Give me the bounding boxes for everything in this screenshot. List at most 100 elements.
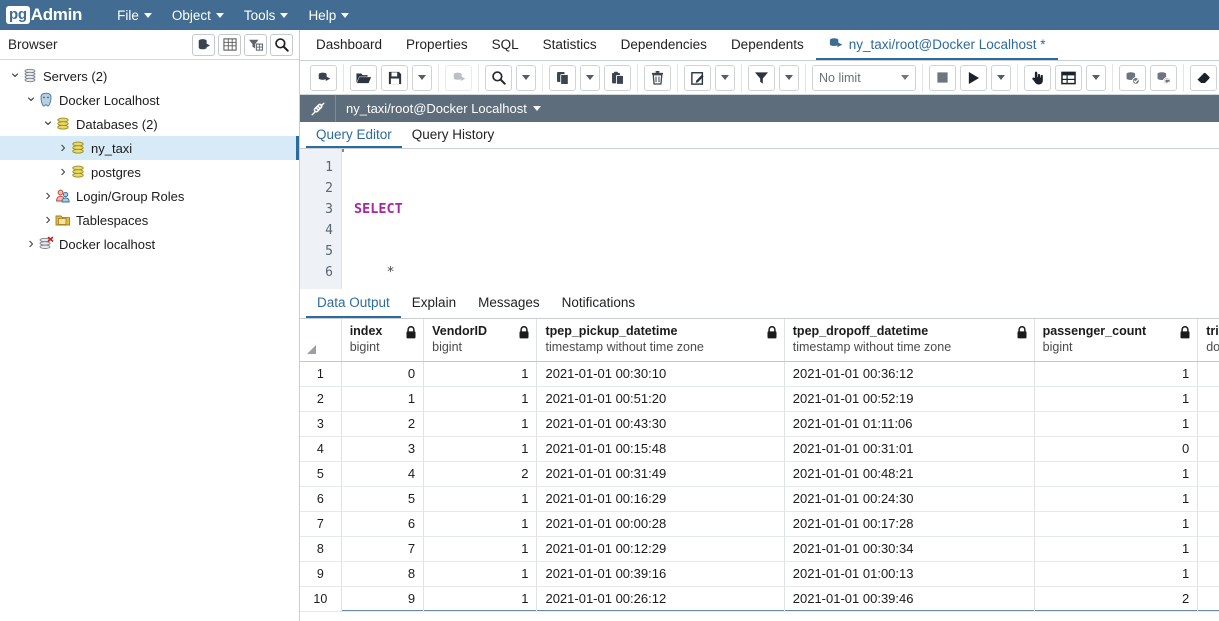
- cell-passenger-count[interactable]: 1: [1034, 511, 1199, 537]
- cell-pickup[interactable]: 2021-01-01 00:26:12: [536, 585, 785, 612]
- cell-pickup[interactable]: 2021-01-01 00:43:30: [536, 411, 785, 437]
- delete-row-button[interactable]: [644, 64, 671, 91]
- cell-vendorid[interactable]: 1: [423, 361, 538, 387]
- data-output-grid[interactable]: index bigint VendorID bigint tpep_pickup…: [300, 319, 1219, 621]
- row-number[interactable]: 9: [300, 561, 342, 587]
- cell-dropoff[interactable]: 2021-01-01 00:39:46: [784, 585, 1035, 612]
- cell-dropoff[interactable]: 2021-01-01 01:00:13: [784, 561, 1035, 587]
- table-row[interactable]: 10 9 1 2021-01-01 00:26:12 2021-01-01 00…: [300, 585, 1219, 612]
- chevron-down-icon[interactable]: [24, 91, 38, 109]
- tree-item-servers[interactable]: Servers (2): [0, 64, 299, 88]
- object-explorer-button[interactable]: [192, 33, 215, 56]
- row-number[interactable]: 6: [300, 486, 342, 512]
- column-header-tpep-pickup-datetime[interactable]: tpep_pickup_datetime timestamp without t…: [536, 319, 785, 362]
- save-file-button[interactable]: [381, 64, 408, 91]
- cell-pickup[interactable]: 2021-01-01 00:31:49: [536, 461, 785, 487]
- cell-passenger-count[interactable]: 2: [1034, 585, 1199, 612]
- cell-index[interactable]: 8: [341, 561, 425, 587]
- row-number[interactable]: 2: [300, 386, 342, 412]
- tab-query-editor[interactable]: Query Editor: [306, 122, 402, 148]
- edit-options-button[interactable]: [684, 64, 711, 91]
- search-objects-button[interactable]: [270, 33, 293, 56]
- cell-index[interactable]: 9: [341, 585, 425, 612]
- explain-button[interactable]: [1024, 64, 1051, 91]
- column-header-index[interactable]: index bigint: [341, 319, 425, 362]
- cell-vendorid[interactable]: 1: [423, 386, 538, 412]
- find-button[interactable]: [485, 64, 512, 91]
- table-row[interactable]: 7 6 1 2021-01-01 00:00:28 2021-01-01 00:…: [300, 511, 1219, 537]
- open-query-tool-button[interactable]: [310, 64, 337, 91]
- table-row[interactable]: 9 8 1 2021-01-01 00:39:16 2021-01-01 01:…: [300, 561, 1219, 587]
- cell-index[interactable]: 4: [341, 461, 425, 487]
- row-number[interactable]: 5: [300, 461, 342, 487]
- cell-trip-distance[interactable]: 0.2: [1197, 386, 1219, 412]
- connection-selector[interactable]: ny_taxi/root@Docker Localhost: [336, 101, 541, 116]
- sql-editor[interactable]: 1 2 3 4 5 6 SELECT * FROM yellow_taxi_da…: [300, 149, 1219, 289]
- cell-pickup[interactable]: 2021-01-01 00:30:10: [536, 361, 785, 387]
- menu-object[interactable]: Object: [163, 4, 233, 27]
- cell-pickup[interactable]: 2021-01-01 00:16:29: [536, 486, 785, 512]
- chevron-down-icon[interactable]: [41, 115, 55, 133]
- tab-properties[interactable]: Properties: [394, 30, 480, 60]
- cell-passenger-count[interactable]: 1: [1034, 486, 1199, 512]
- tree-item-ny-taxi[interactable]: ny_taxi: [0, 136, 299, 160]
- column-header-tpep-dropoff-datetime[interactable]: tpep_dropoff_datetime timestamp without …: [784, 319, 1035, 362]
- cell-index[interactable]: 3: [341, 436, 425, 462]
- cell-index[interactable]: 5: [341, 486, 425, 512]
- find-options-button[interactable]: [516, 64, 536, 91]
- tab-statistics[interactable]: Statistics: [531, 30, 609, 60]
- cell-vendorid[interactable]: 1: [423, 411, 538, 437]
- cell-passenger-count[interactable]: 1: [1034, 411, 1199, 437]
- cell-trip-distance[interactable]: 10.6: [1197, 436, 1219, 462]
- tab-sql[interactable]: SQL: [480, 30, 531, 60]
- row-number[interactable]: 1: [300, 361, 342, 387]
- table-row[interactable]: 6 5 1 2021-01-01 00:16:29 2021-01-01 00:…: [300, 486, 1219, 512]
- cell-index[interactable]: 6: [341, 511, 425, 537]
- column-header-vendorid[interactable]: VendorID bigint: [423, 319, 538, 362]
- tree-item-login-group-roles[interactable]: Login/Group Roles: [0, 184, 299, 208]
- filter-button[interactable]: [748, 64, 775, 91]
- connection-icon[interactable]: [300, 95, 336, 122]
- cell-pickup[interactable]: 2021-01-01 00:12:29: [536, 536, 785, 562]
- cell-vendorid[interactable]: 1: [423, 561, 538, 587]
- column-header-trip-distance[interactable]: trip_distance double precision: [1197, 319, 1219, 362]
- cell-trip-distance[interactable]: 14.7: [1197, 411, 1219, 437]
- row-number[interactable]: 8: [300, 536, 342, 562]
- cell-dropoff[interactable]: 2021-01-01 01:11:06: [784, 411, 1035, 437]
- open-file-button[interactable]: [350, 64, 377, 91]
- cell-passenger-count[interactable]: 1: [1034, 536, 1199, 562]
- copy-options-button[interactable]: [580, 64, 600, 91]
- chevron-down-icon[interactable]: [8, 67, 22, 85]
- table-row[interactable]: 5 4 2 2021-01-01 00:31:49 2021-01-01 00:…: [300, 461, 1219, 487]
- cell-dropoff[interactable]: 2021-01-01 00:52:19: [784, 386, 1035, 412]
- clear-button[interactable]: [1190, 64, 1217, 91]
- table-row[interactable]: 8 7 1 2021-01-01 00:12:29 2021-01-01 00:…: [300, 536, 1219, 562]
- tab-notifications[interactable]: Notifications: [551, 289, 647, 318]
- row-number[interactable]: 3: [300, 411, 342, 437]
- tab-dashboard[interactable]: Dashboard: [304, 30, 394, 60]
- cell-trip-distance[interactable]: 4.94: [1197, 461, 1219, 487]
- tab-query-history[interactable]: Query History: [402, 122, 505, 148]
- cell-passenger-count[interactable]: 1: [1034, 561, 1199, 587]
- tab-dependents[interactable]: Dependents: [719, 30, 816, 60]
- menu-help[interactable]: Help: [299, 4, 358, 27]
- chevron-right-icon[interactable]: [41, 187, 55, 205]
- sql-code[interactable]: SELECT * FROM yellow_taxi_data LIMIT 10: [342, 149, 1219, 289]
- cell-vendorid[interactable]: 1: [423, 511, 538, 537]
- table-row[interactable]: 2 1 1 2021-01-01 00:51:20 2021-01-01 00:…: [300, 386, 1219, 412]
- execute-options-button[interactable]: [991, 64, 1011, 91]
- explain-options-button[interactable]: [1086, 64, 1106, 91]
- tab-explain[interactable]: Explain: [401, 289, 467, 318]
- commit-button[interactable]: [1119, 64, 1146, 91]
- stop-query-button[interactable]: [929, 64, 956, 91]
- table-row[interactable]: 1 0 1 2021-01-01 00:30:10 2021-01-01 00:…: [300, 361, 1219, 387]
- select-all-corner[interactable]: [300, 319, 342, 362]
- cell-dropoff[interactable]: 2021-01-01 00:30:34: [784, 536, 1035, 562]
- cell-dropoff[interactable]: 2021-01-01 00:24:30: [784, 486, 1035, 512]
- filter-options-button[interactable]: [779, 64, 799, 91]
- cell-vendorid[interactable]: 1: [423, 536, 538, 562]
- cell-index[interactable]: 0: [341, 361, 425, 387]
- tree-item-databases[interactable]: Databases (2): [0, 112, 299, 136]
- tab-dependencies[interactable]: Dependencies: [609, 30, 719, 60]
- row-number[interactable]: 4: [300, 436, 342, 462]
